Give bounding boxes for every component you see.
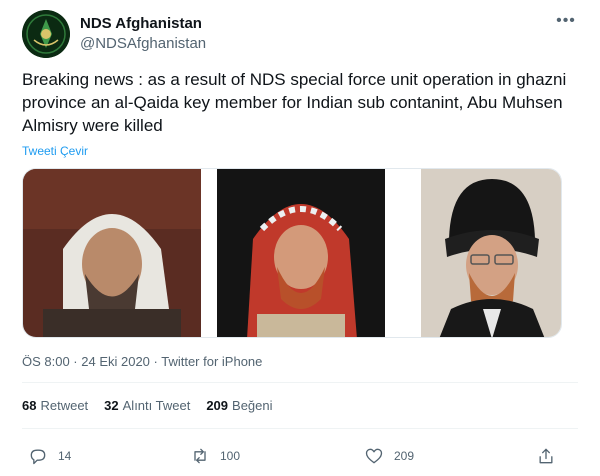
like-button[interactable]: 209 bbox=[364, 442, 414, 470]
heart-icon bbox=[365, 448, 383, 464]
more-options-button[interactable]: ••• bbox=[554, 12, 578, 32]
retweet-icon bbox=[194, 448, 206, 464]
retweets-label: Retweet bbox=[40, 398, 89, 413]
engagement-stats: 68 Retweet 32 Alıntı Tweet 209 Beğeni bbox=[22, 398, 273, 413]
likes-label: Beğeni bbox=[232, 398, 273, 413]
likes-count: 209 bbox=[206, 398, 229, 413]
tweet-text: Breaking news : as a result of NDS speci… bbox=[22, 70, 567, 135]
photo-3[interactable] bbox=[421, 169, 561, 337]
nds-emblem-icon bbox=[22, 10, 70, 58]
avatar[interactable] bbox=[22, 10, 70, 58]
share-button[interactable] bbox=[536, 442, 556, 470]
reply-count: 14 bbox=[58, 449, 72, 463]
quote-tweets-stat[interactable]: 32 Alıntı Tweet bbox=[104, 398, 190, 413]
photo-2[interactable] bbox=[217, 169, 385, 337]
quote-tweets-label: Alıntı Tweet bbox=[122, 398, 191, 413]
translate-tweet-link[interactable]: Tweeti Çevir bbox=[22, 144, 88, 158]
more-horizontal-icon: ••• bbox=[556, 12, 576, 29]
retweet-count: 100 bbox=[220, 449, 241, 463]
retweets-stat[interactable]: 68 Retweet bbox=[22, 398, 88, 413]
action-bar: 14 100 209 bbox=[22, 442, 578, 470]
retweets-count: 68 bbox=[22, 398, 37, 413]
photo-1[interactable] bbox=[23, 169, 201, 337]
photo-grid bbox=[22, 168, 562, 338]
user-handle[interactable]: @NDSAfghanistan bbox=[80, 34, 206, 54]
display-name[interactable]: NDS Afghanistan bbox=[80, 14, 206, 34]
divider bbox=[22, 428, 578, 429]
tweet-header: NDS Afghanistan @NDSAfghanistan ••• bbox=[22, 10, 578, 62]
divider bbox=[22, 382, 578, 383]
like-count: 209 bbox=[394, 449, 415, 463]
likes-stat[interactable]: 209 Beğeni bbox=[206, 398, 272, 413]
reply-icon bbox=[30, 449, 46, 465]
tweet-timestamp[interactable]: ÖS 8:00 · 24 Eki 2020 · Twitter for iPho… bbox=[22, 354, 262, 369]
quote-tweets-count: 32 bbox=[104, 398, 119, 413]
reply-button[interactable]: 14 bbox=[28, 442, 71, 470]
share-icon bbox=[539, 448, 553, 464]
retweet-button[interactable]: 100 bbox=[190, 442, 240, 470]
